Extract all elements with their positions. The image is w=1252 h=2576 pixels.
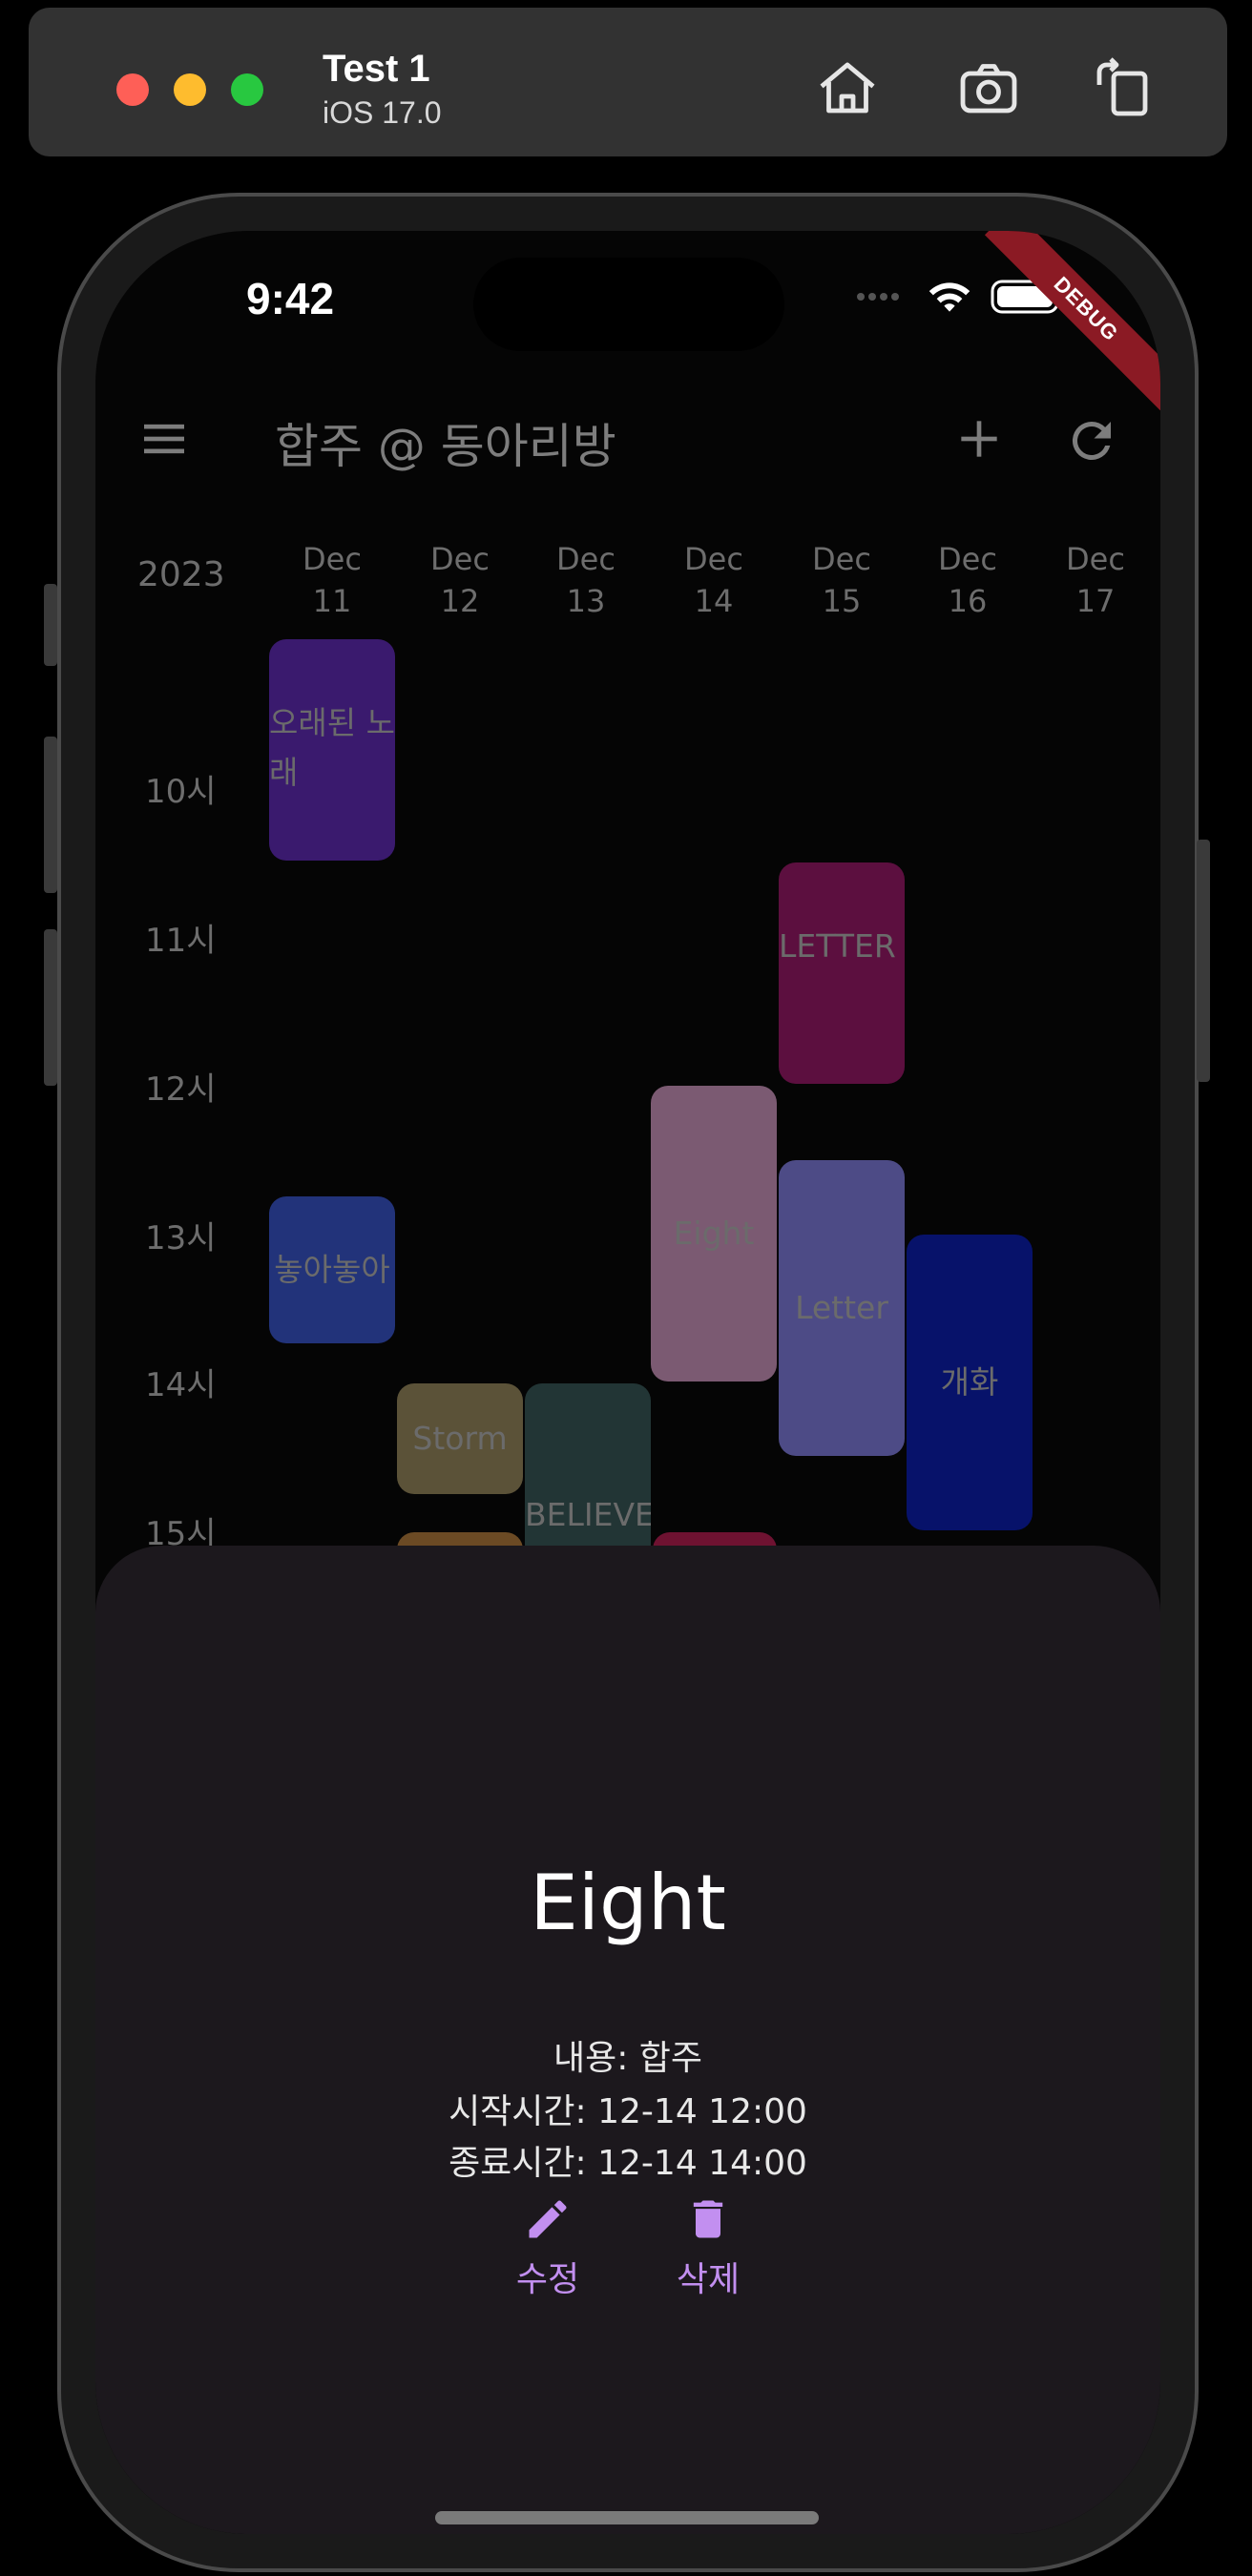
app-title: 합주 @ 동아리방: [275, 419, 616, 474]
event-block[interactable]: 놓아놓아: [269, 1196, 395, 1343]
edit-button[interactable]: 수정: [490, 2194, 605, 2301]
day-month: Dec: [556, 541, 616, 577]
home-indicator[interactable]: [435, 2511, 819, 2524]
event-title: LETTER: [779, 927, 896, 965]
day-month: Dec: [938, 541, 997, 577]
os-version: iOS 17.0: [323, 95, 442, 130]
menu-icon[interactable]: [137, 412, 191, 466]
day-header-dec-15[interactable]: Dec 15: [779, 538, 905, 622]
day-header-dec-11[interactable]: Dec 11: [269, 538, 395, 622]
phone-screen: 9:42 DEBUG 합주 @ 동아리방 2023 Dec 11 Dec 12 De…: [95, 231, 1160, 2534]
simulator-toolbar: Test 1 iOS 17.0: [29, 8, 1227, 156]
day-header-dec-14[interactable]: Dec 14: [651, 538, 777, 622]
delete-label: 삭제: [676, 2260, 741, 2299]
day-number: 15: [822, 583, 862, 619]
event-block[interactable]: Letter: [779, 1160, 905, 1456]
event-detail-sheet: Eight 내용: 합주 시작시간: 12-14 12:00 종료시간: 12-…: [95, 1546, 1160, 2534]
refresh-icon[interactable]: [1063, 412, 1120, 469]
rotate-icon[interactable]: [1088, 53, 1157, 122]
day-header-dec-17[interactable]: Dec 17: [1033, 538, 1158, 622]
event-block[interactable]: Storm: [397, 1383, 523, 1494]
pencil-icon: [529, 2200, 567, 2238]
event-title: 개화: [940, 1363, 999, 1401]
hour-label: 12시: [145, 1070, 217, 1109]
event-block[interactable]: LETTER: [779, 862, 905, 1084]
event-content: 내용: 합주: [553, 2039, 703, 2078]
sheet-event-title: Eight: [530, 1859, 726, 1947]
hour-label: 14시: [145, 1366, 217, 1404]
power-button: [1197, 840, 1210, 1082]
event-end-time: 종료시간: 12-14 14:00: [449, 2144, 807, 2183]
action-button: [44, 584, 57, 666]
delete-button[interactable]: 삭제: [651, 2194, 765, 2301]
dynamic-island: [473, 258, 784, 351]
minimize-window-button[interactable]: [174, 73, 206, 106]
day-month: Dec: [303, 541, 362, 577]
event-block[interactable]: 개화: [907, 1235, 1033, 1530]
event-block[interactable]: 오래된 노래: [269, 639, 395, 861]
status-time: 9:42: [246, 274, 335, 323]
device-name: Test 1: [323, 48, 430, 90]
volume-down-button: [44, 929, 57, 1086]
day-number: 17: [1075, 583, 1116, 619]
hour-label: 10시: [145, 773, 217, 811]
day-number: 14: [694, 583, 734, 619]
event-title: 놓아놓아: [274, 1251, 390, 1288]
day-number: 11: [312, 583, 352, 619]
day-number: 16: [948, 583, 988, 619]
day-number: 13: [566, 583, 606, 619]
wifi-icon: [929, 282, 970, 312]
event-start-time: 시작시간: 12-14 12:00: [449, 2092, 807, 2131]
hour-label: 13시: [145, 1219, 217, 1257]
day-header-dec-12[interactable]: Dec 12: [397, 538, 523, 622]
close-window-button[interactable]: [116, 73, 149, 106]
edit-label: 수정: [515, 2260, 580, 2299]
hour-label: 11시: [145, 922, 217, 960]
day-number: 12: [440, 583, 480, 619]
event-title: Storm: [412, 1420, 508, 1457]
app-bar: 합주 @ 동아리방: [95, 384, 1160, 508]
screenshot-icon[interactable]: [954, 53, 1023, 122]
day-month: Dec: [1066, 541, 1125, 577]
event-title: Letter: [795, 1289, 888, 1326]
day-header-dec-16[interactable]: Dec 16: [905, 538, 1031, 622]
day-month: Dec: [812, 541, 871, 577]
day-month: Dec: [430, 541, 490, 577]
year-label: 2023: [137, 555, 225, 594]
home-icon[interactable]: [813, 53, 882, 122]
event-title: 오래된 노래: [269, 704, 395, 791]
zoom-window-button[interactable]: [231, 73, 263, 106]
day-header-dec-13[interactable]: Dec 13: [523, 538, 649, 622]
event-title: BELIEVE: [525, 1496, 651, 1533]
day-month: Dec: [684, 541, 743, 577]
event-block[interactable]: Eight: [651, 1086, 777, 1381]
cellular-icon: [857, 293, 899, 301]
volume-up-button: [44, 737, 57, 893]
event-title: Eight: [673, 1215, 755, 1252]
add-icon[interactable]: [952, 412, 1006, 466]
trash-icon: [693, 2200, 723, 2238]
